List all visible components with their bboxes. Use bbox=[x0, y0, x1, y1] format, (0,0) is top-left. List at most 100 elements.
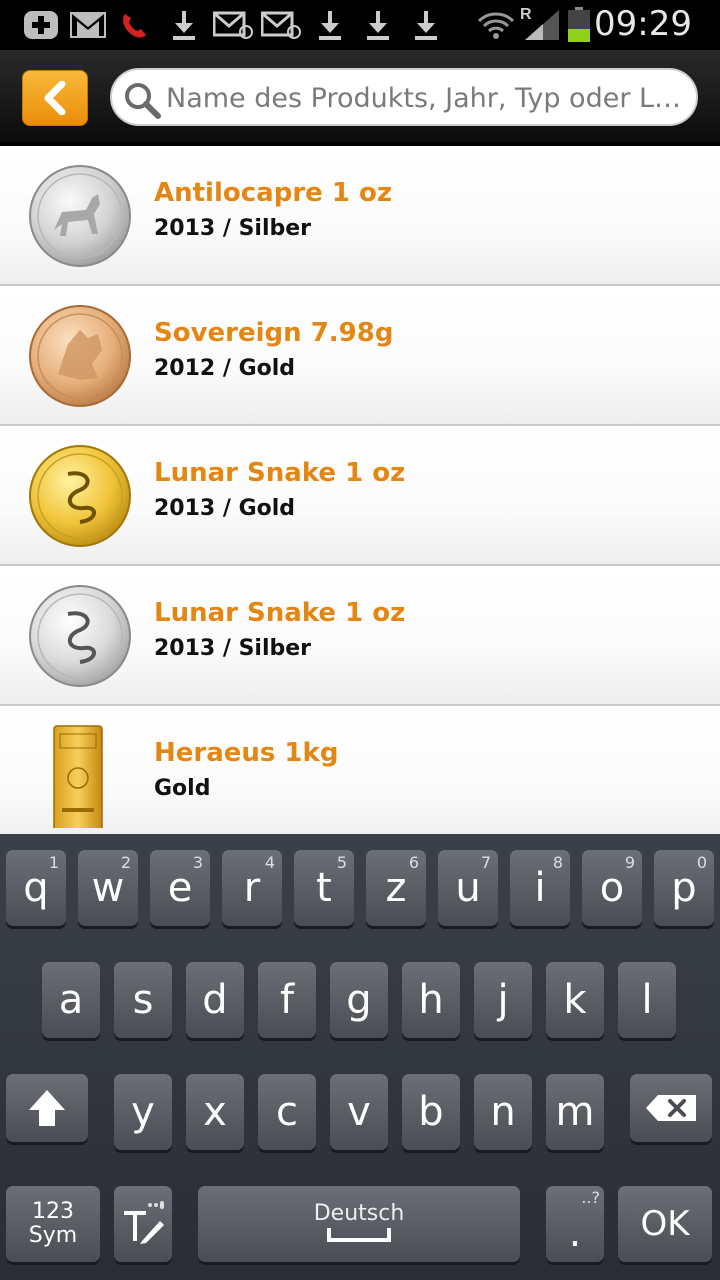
key-number-hint: 5 bbox=[336, 853, 347, 872]
period-key[interactable]: ..? . bbox=[546, 1186, 604, 1262]
key-p[interactable]: 0p bbox=[654, 850, 714, 926]
space-key[interactable]: Deutsch bbox=[198, 1186, 520, 1262]
product-details: Gold bbox=[154, 776, 211, 801]
key-label: j bbox=[497, 977, 509, 1023]
key-t[interactable]: 5t bbox=[294, 850, 354, 926]
key-number-hint: 6 bbox=[408, 853, 419, 872]
list-item[interactable]: Heraeus 1kg Gold bbox=[0, 706, 720, 834]
soft-keyboard: 1q2w3e4r5t6z7u8i9o0p asdfghjkl yxcvbnm 1… bbox=[0, 834, 720, 1280]
key-b[interactable]: b bbox=[402, 1074, 460, 1150]
email-icon bbox=[212, 8, 254, 42]
product-details: 2013 / Silber bbox=[154, 636, 312, 661]
chevron-left-icon bbox=[44, 81, 66, 115]
period-key-label: . bbox=[568, 1210, 582, 1256]
key-d[interactable]: d bbox=[186, 962, 244, 1038]
symbols-key[interactable]: 123 Sym bbox=[6, 1186, 100, 1262]
key-f[interactable]: f bbox=[258, 962, 316, 1038]
key-number-hint: 2 bbox=[120, 853, 131, 872]
product-details: 2012 / Gold bbox=[154, 356, 296, 381]
back-button[interactable] bbox=[22, 70, 88, 126]
key-m[interactable]: m bbox=[546, 1074, 604, 1150]
list-item[interactable]: Antilocapre 1 oz 2013 / Silber bbox=[0, 146, 720, 286]
download-icon bbox=[316, 8, 344, 42]
key-label: r bbox=[243, 865, 261, 911]
key-label: p bbox=[671, 865, 697, 911]
key-j[interactable]: j bbox=[474, 962, 532, 1038]
download-icon bbox=[170, 8, 198, 42]
key-label: k bbox=[563, 977, 587, 1023]
key-v[interactable]: v bbox=[330, 1074, 388, 1150]
download-icon bbox=[412, 8, 440, 42]
roaming-indicator: R bbox=[520, 6, 532, 23]
ok-key[interactable]: OK bbox=[618, 1186, 712, 1262]
shift-arrow-icon bbox=[29, 1090, 65, 1126]
ok-key-label: OK bbox=[640, 1204, 690, 1244]
silver-coin-antelope-icon bbox=[29, 165, 131, 267]
key-label: d bbox=[202, 977, 228, 1023]
list-item[interactable]: Sovereign 7.98g 2012 / Gold bbox=[0, 286, 720, 426]
key-e[interactable]: 3e bbox=[150, 850, 210, 926]
key-l[interactable]: l bbox=[618, 962, 676, 1038]
product-name: Antilocapre 1 oz bbox=[154, 178, 392, 208]
product-details: 2013 / Silber bbox=[154, 216, 312, 241]
key-label: w bbox=[91, 865, 125, 911]
backspace-key[interactable] bbox=[630, 1074, 712, 1142]
key-q[interactable]: 1q bbox=[6, 850, 66, 926]
key-number-hint: 0 bbox=[696, 853, 707, 872]
list-item[interactable]: Lunar Snake 1 oz 2013 / Gold bbox=[0, 426, 720, 566]
battery-icon bbox=[566, 7, 592, 42]
key-x[interactable]: x bbox=[186, 1074, 244, 1150]
key-label: i bbox=[534, 865, 546, 911]
status-bar: R 09:29 bbox=[0, 0, 720, 50]
key-r[interactable]: 4r bbox=[222, 850, 282, 926]
key-z[interactable]: 6z bbox=[366, 850, 426, 926]
key-label: n bbox=[490, 1089, 516, 1135]
backspace-icon bbox=[646, 1095, 696, 1121]
key-c[interactable]: c bbox=[258, 1074, 316, 1150]
gold-snake-coin-icon bbox=[29, 445, 131, 547]
symbols-key-label-1: 123 bbox=[31, 1199, 74, 1224]
space-key-language: Deutsch bbox=[313, 1200, 405, 1226]
key-h[interactable]: h bbox=[402, 962, 460, 1038]
key-label: f bbox=[279, 977, 295, 1023]
key-i[interactable]: 8i bbox=[510, 850, 570, 926]
search-box[interactable] bbox=[110, 68, 698, 126]
key-y[interactable]: y bbox=[114, 1074, 172, 1150]
period-key-hint: ..? bbox=[581, 1188, 600, 1207]
handwriting-key[interactable] bbox=[114, 1186, 172, 1262]
product-name: Sovereign 7.98g bbox=[154, 318, 394, 348]
search-input[interactable] bbox=[166, 76, 686, 120]
key-s[interactable]: s bbox=[114, 962, 172, 1038]
key-g[interactable]: g bbox=[330, 962, 388, 1038]
key-label: u bbox=[455, 865, 481, 911]
add-icon bbox=[22, 8, 60, 42]
text-edit-icon bbox=[124, 1201, 164, 1244]
gold-bar-icon bbox=[53, 725, 103, 828]
key-label: v bbox=[347, 1089, 371, 1135]
key-o[interactable]: 9o bbox=[582, 850, 642, 926]
product-name: Lunar Snake 1 oz bbox=[154, 598, 406, 628]
key-u[interactable]: 7u bbox=[438, 850, 498, 926]
key-label: l bbox=[641, 977, 653, 1023]
key-k[interactable]: k bbox=[546, 962, 604, 1038]
key-n[interactable]: n bbox=[474, 1074, 532, 1150]
key-number-hint: 1 bbox=[48, 853, 59, 872]
product-details: 2013 / Gold bbox=[154, 496, 296, 521]
missed-call-icon bbox=[118, 8, 150, 42]
key-label: s bbox=[132, 977, 154, 1023]
list-item[interactable]: Lunar Snake 1 oz 2013 / Silber bbox=[0, 566, 720, 706]
key-label: e bbox=[167, 865, 193, 911]
search-icon bbox=[125, 83, 161, 119]
clock: 09:29 bbox=[594, 4, 692, 44]
shift-key[interactable] bbox=[6, 1074, 88, 1142]
key-a[interactable]: a bbox=[42, 962, 100, 1038]
download-icon bbox=[364, 8, 392, 42]
key-number-hint: 3 bbox=[192, 853, 203, 872]
key-label: m bbox=[555, 1089, 595, 1135]
key-label: a bbox=[58, 977, 84, 1023]
silver-snake-coin-icon bbox=[29, 585, 131, 687]
key-label: o bbox=[599, 865, 625, 911]
symbols-key-label-2: Sym bbox=[28, 1223, 78, 1248]
key-w[interactable]: 2w bbox=[78, 850, 138, 926]
key-number-hint: 9 bbox=[624, 853, 635, 872]
